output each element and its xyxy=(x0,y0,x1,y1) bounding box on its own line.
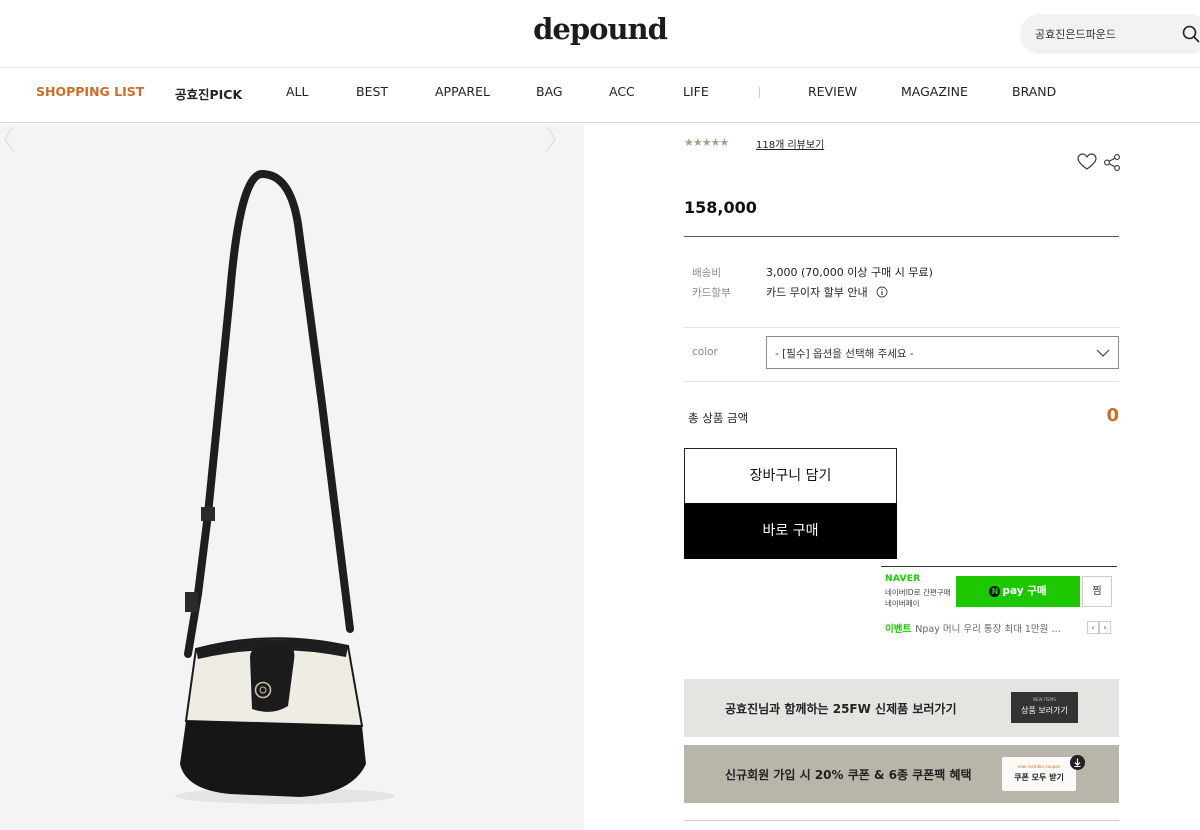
product-gallery xyxy=(0,124,584,830)
main-nav: SHOPPING LIST 공효진PICK ALL BEST APPAREL B… xyxy=(0,67,1200,123)
search-box[interactable]: 공효진은드파운드 xyxy=(1020,14,1200,54)
price-divider xyxy=(684,236,1119,237)
nav-item-brand[interactable]: BRAND xyxy=(1012,84,1056,99)
search-icon[interactable] xyxy=(1181,24,1200,44)
option-label: color xyxy=(692,346,718,358)
nav-item-acc[interactable]: ACC xyxy=(609,84,635,99)
gallery-prev-arrow-icon[interactable] xyxy=(2,124,16,154)
npay-event-prev-button[interactable]: ‹ xyxy=(1087,621,1099,634)
nav-item-shopping-list[interactable]: SHOPPING LIST xyxy=(36,84,144,99)
share-icon[interactable] xyxy=(1103,153,1121,171)
coupon-banner[interactable]: 신규회원 가입 시 20% 쿠폰 & 6종 쿠폰팩 혜택 new member … xyxy=(684,745,1119,803)
npay-event-label: 이벤트 xyxy=(885,624,912,635)
shipping-value: 3,000 (70,000 이상 구매 시 무료) xyxy=(766,266,933,279)
total-label: 총 상품 금액 xyxy=(688,411,749,425)
product-image xyxy=(175,169,395,804)
npay-event[interactable]: 이벤트 Npay 머니 우리 통장 최대 1만원 … xyxy=(885,621,1061,635)
nav-item-pick[interactable]: 공효진PICK xyxy=(175,84,242,103)
npay-event-next-button[interactable]: › xyxy=(1099,621,1111,634)
shipping-label: 배송비 xyxy=(692,267,721,279)
nav-item-magazine[interactable]: MAGAZINE xyxy=(901,84,968,99)
banner-button-label: 상품 보러가기 xyxy=(1021,706,1068,715)
npay-buy-button[interactable]: Npay 구매 xyxy=(956,576,1080,607)
nav-item-review[interactable]: REVIEW xyxy=(808,84,857,99)
rating-stars: ★★★★★ xyxy=(684,136,729,149)
npay-button-label: pay 구매 xyxy=(1002,585,1047,597)
nav-item-apparel[interactable]: APPAREL xyxy=(435,84,490,99)
option-select-value: - [필수] 옵션을 선택해 주세요 - xyxy=(775,348,914,360)
heart-icon[interactable] xyxy=(1077,153,1097,171)
color-option-select[interactable]: - [필수] 옵션을 선택해 주세요 - xyxy=(766,336,1119,369)
nav-item-all[interactable]: ALL xyxy=(286,84,308,99)
banner-text: 공효진님과 함께하는 25FW 신제품 보러가기 xyxy=(725,702,957,716)
npay-wishlist-button[interactable]: 찜 xyxy=(1082,576,1112,607)
nav-divider xyxy=(759,87,760,98)
npay-event-text: Npay 머니 우리 통장 최대 1만원 … xyxy=(915,624,1061,635)
option-divider xyxy=(684,381,1119,382)
bottom-divider xyxy=(684,820,1119,821)
gallery-next-arrow-icon[interactable] xyxy=(544,124,558,154)
installment-value[interactable]: 카드 무이자 할부 안내 xyxy=(766,284,868,300)
chevron-down-icon xyxy=(1096,349,1110,357)
coupon-ticket[interactable]: new member coupon 쿠폰 모두 받기 xyxy=(1002,757,1076,791)
naver-pay-text: 네이버페이 xyxy=(885,599,920,608)
npay-icon: N xyxy=(989,586,1001,597)
search-input[interactable]: 공효진은드파운드 xyxy=(1035,26,1116,42)
product-price: 158,000 xyxy=(684,198,757,217)
buy-now-button[interactable]: 바로 구매 xyxy=(684,503,897,559)
naver-sub-text: 네이버ID로 간편구매 xyxy=(885,588,951,597)
info-icon[interactable] xyxy=(876,286,888,298)
total-value: 0 xyxy=(1106,405,1119,426)
review-link[interactable]: 118개 리뷰보기 xyxy=(756,136,824,151)
info-divider xyxy=(684,327,1119,328)
nav-item-bag[interactable]: BAG xyxy=(536,84,563,99)
naver-logo: NAVER xyxy=(885,574,921,584)
installment-label: 카드할부 xyxy=(692,287,731,299)
naver-pay-box: NAVER 네이버ID로 간편구매 네이버페이 Npay 구매 찜 이벤트 Npa… xyxy=(881,566,1117,636)
coupon-caption: new member coupon xyxy=(1017,764,1061,769)
download-icon xyxy=(1070,755,1085,770)
nav-item-best[interactable]: BEST xyxy=(356,84,388,99)
coupon-label: 쿠폰 모두 받기 xyxy=(1014,773,1064,782)
add-to-cart-button[interactable]: 장바구니 담기 xyxy=(684,448,897,504)
new-items-banner[interactable]: 공효진님과 함께하는 25FW 신제품 보러가기 NEW ITEMS 상품 보러… xyxy=(684,679,1119,737)
banner-button-caption: NEW ITEMS xyxy=(1033,697,1056,702)
view-products-button[interactable]: NEW ITEMS 상품 보러가기 xyxy=(1011,692,1078,723)
top-bar: depound 공효진은드파운드 xyxy=(0,0,1200,67)
nav-item-life[interactable]: LIFE xyxy=(683,84,709,99)
banner-text: 신규회원 가입 시 20% 쿠폰 & 6종 쿠폰팩 혜택 xyxy=(725,768,972,782)
